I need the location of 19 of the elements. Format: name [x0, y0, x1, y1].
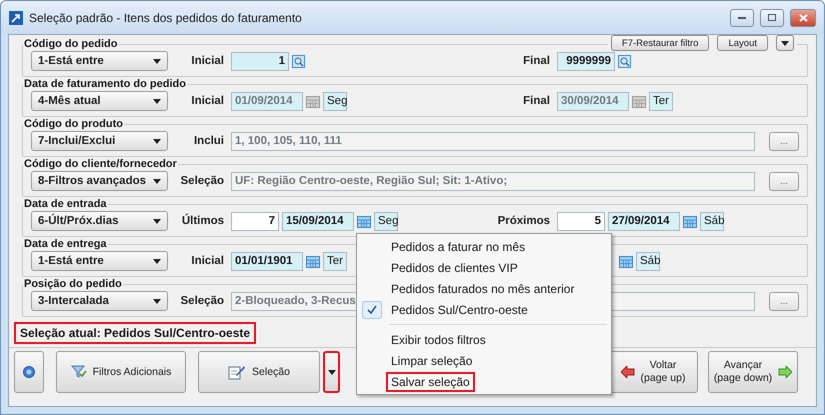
field-label: Últimos [180, 215, 224, 227]
field-label: Inicial [190, 55, 224, 67]
field-label: Inicial [190, 255, 224, 267]
group-title: Código do cliente/fornecedor [23, 158, 178, 170]
window-title: Seleção padrão - Itens dos pedidos do faturamento [29, 10, 303, 24]
field-label: Seleção [180, 295, 224, 307]
current-selection: Seleção atual: Pedidos Sul/Centro-oeste [14, 322, 256, 344]
field-label: Final [522, 95, 550, 107]
group-title: Data de entrada [23, 198, 108, 210]
field-label: Final [522, 55, 550, 67]
field-label: Inclui [192, 135, 224, 147]
group-title: Posição do pedido [23, 278, 123, 290]
group-title: Código do pedido [23, 38, 118, 50]
group-title: Data de faturamento do pedido [23, 78, 187, 90]
group-title: Código do produto [23, 118, 124, 130]
field-label: Inicial [190, 95, 224, 107]
group-title: Data de entrega [23, 238, 108, 250]
field-label: Seleção [180, 175, 224, 187]
field-label: Próximos [496, 215, 550, 227]
